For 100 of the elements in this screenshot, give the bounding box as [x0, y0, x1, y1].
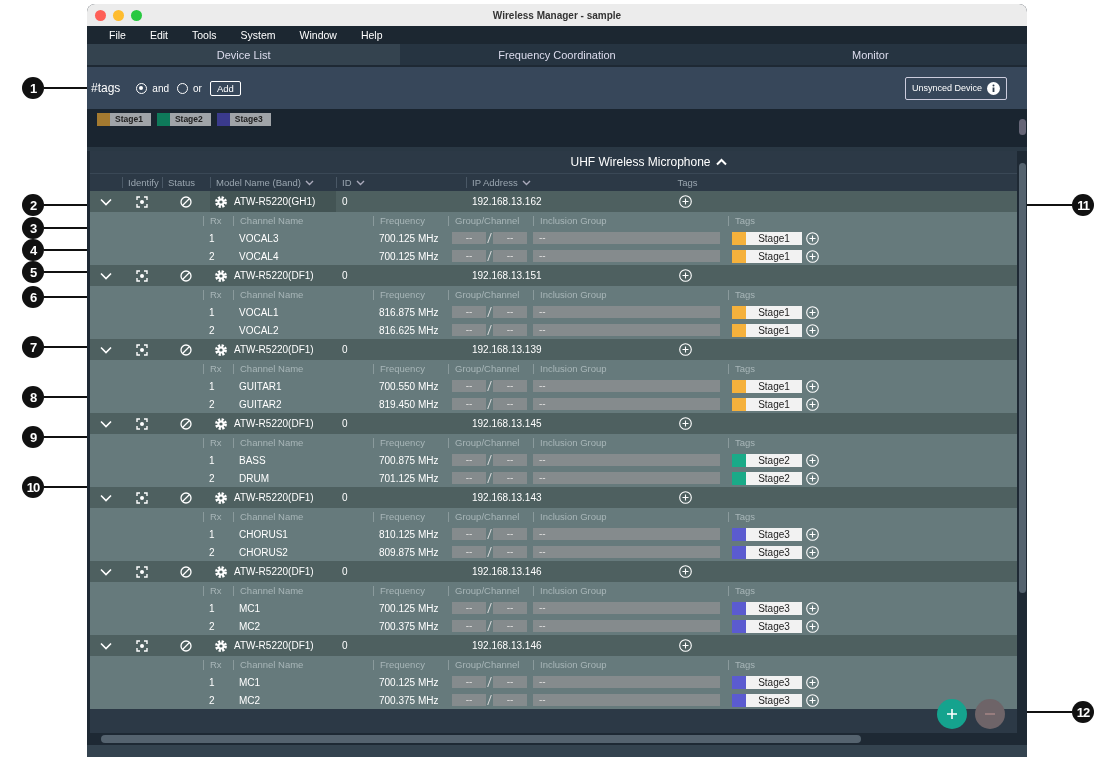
- identify-icon[interactable]: [136, 639, 148, 652]
- add-tag-icon[interactable]: [806, 601, 819, 615]
- group-field[interactable]: --: [452, 620, 486, 632]
- channel-field[interactable]: --: [493, 620, 527, 632]
- group-field[interactable]: --: [452, 546, 486, 558]
- group-field[interactable]: --: [452, 250, 486, 262]
- inclusion-group-field[interactable]: --: [533, 454, 720, 466]
- group-field[interactable]: --: [452, 306, 486, 318]
- status-icon[interactable]: [180, 343, 192, 356]
- inclusion-group-field[interactable]: --: [533, 620, 720, 632]
- gear-icon[interactable]: [215, 565, 227, 578]
- section-title[interactable]: UHF Wireless Microphone: [570, 155, 711, 169]
- unsynced-device-button[interactable]: Unsynced Device: [904, 76, 1007, 100]
- gear-icon[interactable]: [215, 491, 227, 504]
- add-tag-icon[interactable]: [806, 323, 819, 337]
- add-device-button[interactable]: [937, 699, 967, 729]
- identify-icon[interactable]: [136, 491, 148, 504]
- channel-field[interactable]: --: [493, 250, 527, 262]
- group-field[interactable]: --: [452, 694, 486, 706]
- add-tag-icon[interactable]: [806, 675, 819, 689]
- channel-field[interactable]: --: [493, 528, 527, 540]
- status-icon[interactable]: [180, 491, 192, 504]
- add-tag-icon[interactable]: [806, 545, 819, 559]
- inclusion-group-field[interactable]: --: [533, 546, 720, 558]
- add-tag-icon[interactable]: [806, 397, 819, 411]
- add-tag-icon[interactable]: [806, 249, 819, 263]
- add-tag-icon[interactable]: [806, 619, 819, 633]
- add-tag-icon[interactable]: [806, 527, 819, 541]
- radio-option[interactable]: or: [177, 82, 202, 94]
- device-row[interactable]: ATW-R5220(DF1) 0 192.168.13.139: [90, 339, 1017, 360]
- inclusion-group-field[interactable]: --: [533, 676, 720, 688]
- device-row[interactable]: ATW-R5220(GH1) 0 192.168.13.162: [90, 191, 1017, 212]
- menu-item[interactable]: Help: [360, 29, 383, 41]
- inclusion-group-field[interactable]: --: [533, 232, 720, 244]
- gear-icon[interactable]: [215, 269, 227, 282]
- tab[interactable]: Device List: [87, 44, 401, 65]
- add-tag-icon[interactable]: [678, 195, 692, 208]
- inclusion-group-field[interactable]: --: [533, 694, 720, 706]
- add-tag-icon[interactable]: [678, 639, 692, 652]
- inclusion-group-field[interactable]: --: [533, 306, 720, 318]
- group-field[interactable]: --: [452, 454, 486, 466]
- group-field[interactable]: --: [452, 324, 486, 336]
- channel-field[interactable]: --: [493, 546, 527, 558]
- menu-item[interactable]: Edit: [149, 29, 168, 41]
- add-tag-icon[interactable]: [806, 471, 819, 485]
- group-field[interactable]: --: [452, 602, 486, 614]
- channel-field[interactable]: --: [493, 324, 527, 336]
- gear-icon[interactable]: [215, 639, 227, 652]
- column-header[interactable]: IP Address: [466, 177, 670, 188]
- add-tag-icon[interactable]: [806, 453, 819, 467]
- add-tag-icon[interactable]: [806, 231, 819, 245]
- add-tag-icon[interactable]: [806, 379, 819, 393]
- add-tag-icon[interactable]: [678, 343, 692, 356]
- tab[interactable]: Frequency Coordination: [400, 44, 714, 65]
- status-icon[interactable]: [180, 195, 192, 208]
- add-tag-icon[interactable]: [678, 417, 692, 430]
- gear-icon[interactable]: [215, 343, 227, 356]
- identify-icon[interactable]: [136, 417, 148, 430]
- add-tag-icon[interactable]: [678, 491, 692, 504]
- device-row[interactable]: ATW-R5220(DF1) 0 192.168.13.146: [90, 635, 1017, 656]
- device-row[interactable]: ATW-R5220(DF1) 0 192.168.13.151: [90, 265, 1017, 286]
- radio-option[interactable]: and: [136, 82, 170, 94]
- group-field[interactable]: --: [452, 676, 486, 688]
- group-field[interactable]: --: [452, 380, 486, 392]
- status-icon[interactable]: [180, 639, 192, 652]
- gear-icon[interactable]: [215, 195, 227, 208]
- add-tag-icon[interactable]: [678, 269, 692, 282]
- channel-field[interactable]: --: [493, 694, 527, 706]
- device-row[interactable]: ATW-R5220(DF1) 0 192.168.13.143: [90, 487, 1017, 508]
- chevron-down-icon[interactable]: [305, 179, 314, 186]
- close-window-button[interactable]: [95, 9, 106, 21]
- menu-item[interactable]: System: [240, 29, 276, 41]
- status-icon[interactable]: [180, 565, 192, 578]
- inclusion-group-field[interactable]: --: [533, 380, 720, 392]
- channel-field[interactable]: --: [493, 232, 527, 244]
- inclusion-group-field[interactable]: --: [533, 528, 720, 540]
- channel-field[interactable]: --: [493, 472, 527, 484]
- tag-chip[interactable]: Stage1: [97, 113, 151, 126]
- chevron-down-icon[interactable]: [355, 179, 365, 186]
- menu-item[interactable]: Tools: [192, 29, 217, 41]
- column-header[interactable]: ID: [336, 177, 466, 188]
- tab[interactable]: Monitor: [713, 44, 1027, 65]
- group-field[interactable]: --: [452, 232, 486, 244]
- menu-item[interactable]: Window: [299, 29, 337, 41]
- chevron-down-icon[interactable]: [521, 179, 531, 186]
- chevron-up-icon[interactable]: [715, 158, 727, 166]
- status-icon[interactable]: [180, 269, 192, 282]
- column-header[interactable]: Model Name (Band): [210, 177, 336, 188]
- inclusion-group-field[interactable]: --: [533, 324, 720, 336]
- channel-field[interactable]: --: [493, 676, 527, 688]
- add-tag-icon[interactable]: [678, 565, 692, 578]
- channel-field[interactable]: --: [493, 398, 527, 410]
- column-header[interactable]: Identify: [122, 177, 162, 188]
- identify-icon[interactable]: [136, 195, 148, 208]
- inclusion-group-field[interactable]: --: [533, 398, 720, 410]
- menu-item[interactable]: File: [109, 29, 126, 41]
- channel-field[interactable]: --: [493, 602, 527, 614]
- group-field[interactable]: --: [452, 398, 486, 410]
- status-icon[interactable]: [180, 417, 192, 430]
- tag-chip[interactable]: Stage2: [156, 113, 211, 126]
